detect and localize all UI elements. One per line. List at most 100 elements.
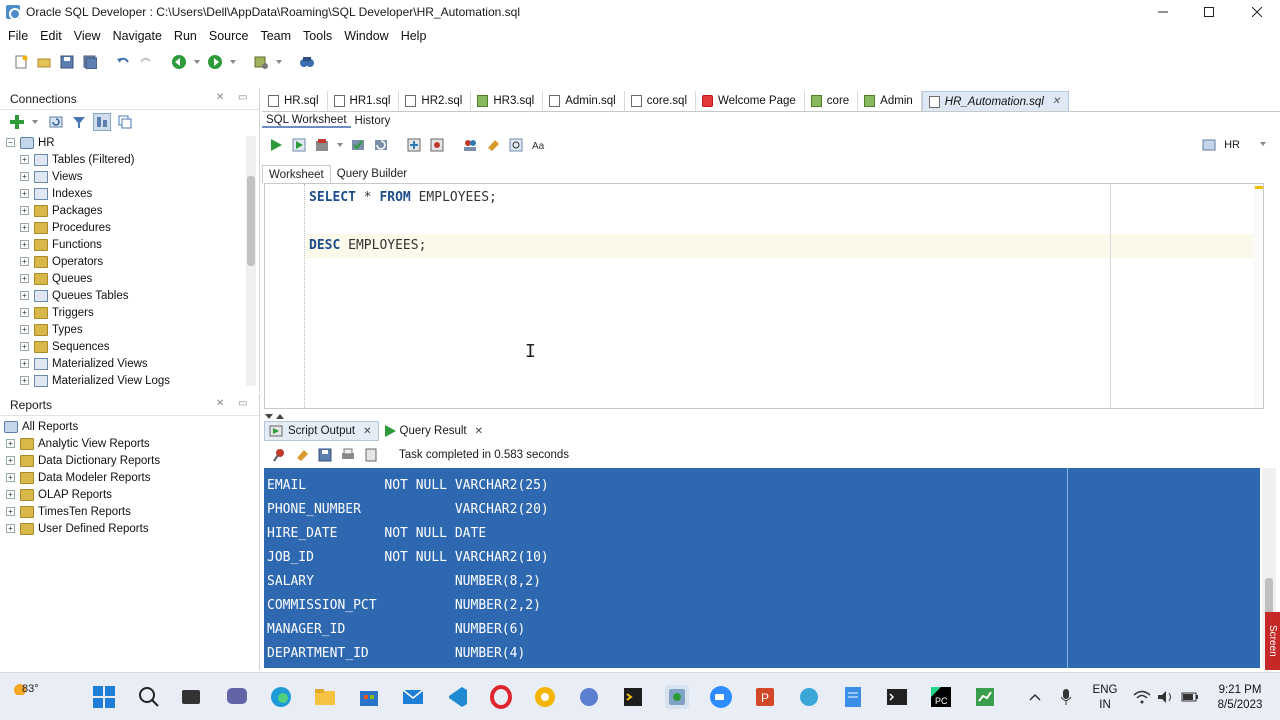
sql-editor[interactable]: SELECT * FROM EMPLOYEES; DESC EMPLOYEES;… [264, 183, 1264, 409]
tree-node[interactable]: + Sequences [6, 338, 259, 355]
save-all-button[interactable] [81, 53, 99, 71]
run-script-button[interactable] [290, 136, 308, 154]
document-tab[interactable]: core [805, 91, 859, 111]
report-node[interactable]: + User Defined Reports [0, 520, 259, 537]
expand-icon[interactable]: + [6, 456, 15, 465]
chrome-canary-button[interactable] [533, 685, 557, 709]
expand-icon[interactable]: + [20, 376, 29, 385]
expand-icon[interactable]: + [20, 359, 29, 368]
show-hidden-icons-button[interactable] [1025, 687, 1045, 707]
tab-query-builder[interactable]: Query Builder [331, 165, 413, 183]
report-node[interactable]: + OLAP Reports [0, 486, 259, 503]
start-button[interactable] [92, 685, 116, 709]
tab-history[interactable]: History [351, 115, 395, 127]
menu-team[interactable]: Team [256, 29, 299, 43]
report-node[interactable]: + TimesTen Reports [0, 503, 259, 520]
tree-root-all-reports[interactable]: All Reports [0, 418, 259, 435]
run-statement-button[interactable] [267, 136, 285, 154]
powerpoint-button[interactable]: P [753, 685, 777, 709]
pycharm-button[interactable]: PC [929, 685, 953, 709]
connections-scrollbar[interactable] [246, 136, 256, 386]
sql-monitor-button[interactable] [461, 136, 479, 154]
clear-button[interactable] [484, 136, 502, 154]
pin-button[interactable] [270, 446, 288, 464]
store-button[interactable] [357, 685, 381, 709]
task-view-button[interactable] [179, 685, 203, 709]
save-button[interactable] [58, 53, 76, 71]
menu-source[interactable]: Source [205, 29, 257, 43]
tree-node[interactable]: + Queues Tables [6, 287, 259, 304]
expand-icon[interactable]: + [20, 325, 29, 334]
document-tab[interactable]: core.sql [625, 91, 697, 111]
close-tab-icon[interactable]: ✕ [363, 426, 371, 437]
tab-sql-worksheet[interactable]: SQL Worksheet [262, 114, 351, 128]
new-file-button[interactable] [12, 53, 30, 71]
document-tab[interactable]: Admin [858, 91, 922, 111]
opera-button[interactable] [489, 685, 513, 709]
sql-developer-taskbar-button[interactable] [665, 685, 689, 709]
undo-button[interactable] [114, 53, 132, 71]
refresh-button[interactable] [47, 113, 65, 131]
tree-node[interactable]: + Queues [6, 270, 259, 287]
add-connection-dropdown[interactable] [31, 113, 39, 131]
screen-recorder-tag[interactable]: Screen [1265, 612, 1280, 670]
filter-button[interactable] [70, 113, 88, 131]
expand-icon[interactable]: + [20, 274, 29, 283]
history-button[interactable] [507, 136, 525, 154]
microphone-button[interactable] [1056, 687, 1076, 707]
close-tab-icon[interactable]: ✕ [475, 426, 483, 437]
close-tab-icon[interactable]: ✕ [1052, 96, 1060, 107]
tree-node[interactable]: + Operators [6, 253, 259, 270]
autotrace-button[interactable] [313, 136, 331, 154]
expand-icon[interactable]: + [6, 473, 15, 482]
tree-node[interactable]: + Packages [6, 202, 259, 219]
autotrace-dropdown[interactable] [336, 136, 344, 154]
redo-button[interactable] [137, 53, 155, 71]
editor-output-splitter[interactable] [264, 410, 1280, 419]
menu-run[interactable]: Run [170, 29, 205, 43]
back-button[interactable] [170, 53, 188, 71]
report-node[interactable]: + Analytic View Reports [0, 435, 259, 452]
tab-worksheet[interactable]: Worksheet [262, 165, 331, 183]
clear-output-button[interactable] [293, 446, 311, 464]
language-indicator[interactable]: ENG IN [1088, 683, 1122, 713]
tree-node[interactable]: + Functions [6, 236, 259, 253]
save-output-button[interactable] [316, 446, 334, 464]
teams-chat-button[interactable] [225, 685, 249, 709]
add-connection-button[interactable] [8, 113, 26, 131]
collapse-icon[interactable]: − [6, 138, 15, 147]
tree-node[interactable]: + Materialized View Logs [6, 372, 259, 389]
open-file-button[interactable] [35, 53, 53, 71]
battery-button[interactable] [1180, 687, 1200, 707]
terminal-app-button[interactable] [621, 685, 645, 709]
edge-button[interactable] [269, 685, 293, 709]
code-line-desc[interactable]: DESC EMPLOYEES; [309, 238, 426, 253]
forward-dropdown[interactable] [229, 53, 237, 71]
menu-tools[interactable]: Tools [299, 29, 340, 43]
app-button-2[interactable] [797, 685, 821, 709]
menu-edit[interactable]: Edit [36, 29, 70, 43]
expand-icon[interactable]: + [20, 223, 29, 232]
report-node[interactable]: + Data Dictionary Reports [0, 452, 259, 469]
command-prompt-button[interactable] [885, 685, 909, 709]
document-tab[interactable]: HR2.sql [399, 91, 472, 111]
volume-button[interactable] [1156, 687, 1176, 707]
tree-node[interactable]: + Types [6, 321, 259, 338]
file-explorer-button[interactable] [313, 685, 337, 709]
app-button[interactable] [577, 685, 601, 709]
panel-minimize-icon[interactable]: ▭ [238, 398, 247, 409]
tree-node[interactable]: + Tables (Filtered) [6, 151, 259, 168]
tree-node[interactable]: + Views [6, 168, 259, 185]
back-dropdown[interactable] [193, 53, 201, 71]
tree-root-hr[interactable]: − HR [6, 134, 259, 151]
monitor-sessions-button[interactable] [298, 53, 316, 71]
weather-widget[interactable]: 83° [8, 681, 39, 695]
document-tab[interactable]: HR3.sql [471, 91, 544, 111]
explain-plan-button[interactable] [405, 136, 423, 154]
tree-node[interactable]: + Procedures [6, 219, 259, 236]
vscode-button[interactable] [445, 685, 469, 709]
editor-scrollbar[interactable] [1253, 184, 1263, 408]
zoom-button[interactable] [709, 685, 733, 709]
menu-navigate[interactable]: Navigate [109, 29, 170, 43]
expand-icon[interactable]: + [6, 524, 15, 533]
